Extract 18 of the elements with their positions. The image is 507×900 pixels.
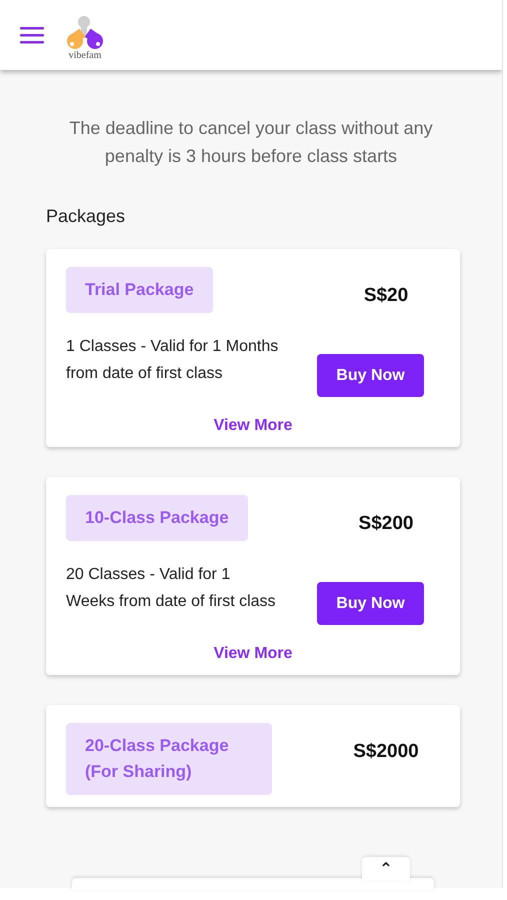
buy-now-button[interactable]: Buy Now — [317, 582, 424, 625]
package-price: S$2000 — [352, 741, 420, 763]
menu-icon[interactable] — [20, 26, 44, 44]
logo-text: vibefam — [68, 50, 102, 60]
package-name: 20-Class Package (For Sharing) — [66, 723, 272, 795]
buy-now-button[interactable]: Buy Now — [317, 354, 424, 397]
package-name: Trial Package — [66, 267, 213, 313]
sheet-handle[interactable]: ⌃ — [362, 857, 410, 881]
package-price: S$200 — [358, 513, 414, 535]
section-title: Packages — [46, 206, 126, 227]
package-name: 10-Class Package — [66, 495, 248, 541]
package-description: 1 Classes - Valid for 1 Months from date of first class — [66, 337, 280, 384]
package-price: S$20 — [362, 285, 410, 307]
view-more-link[interactable]: View More — [214, 417, 292, 435]
view-more-link[interactable]: View More — [214, 645, 292, 663]
package-description: 20 Classes - Valid for 1 Weeks from date of first class — [66, 565, 277, 612]
cancellation-notice: The deadline to cancel your class without any penalty is 3 hours before class starts — [68, 117, 434, 168]
logo-icon — [64, 14, 106, 50]
